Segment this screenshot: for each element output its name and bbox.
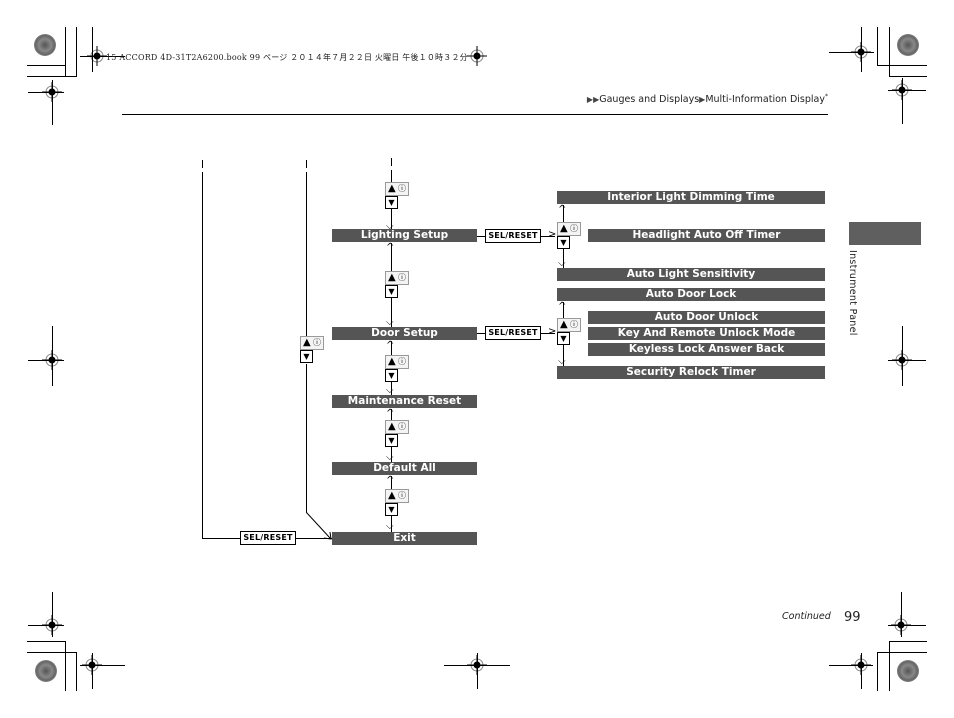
- menu-item-default-all[interactable]: Default All: [332, 462, 477, 475]
- section-tab-label: Instrument Panel: [847, 250, 858, 336]
- submenu-item-key-and-remote-unlock-mode[interactable]: Key And Remote Unlock Mode: [588, 327, 825, 340]
- up-down-buttons: ▲ ⓘ ▼: [385, 489, 409, 517]
- up-info-button[interactable]: ▲ ⓘ: [557, 222, 581, 236]
- color-target-icon: [897, 34, 919, 56]
- up-down-buttons: ▲ ⓘ ▼: [385, 355, 409, 383]
- up-info-button[interactable]: ▲ ⓘ: [385, 182, 409, 196]
- color-target-icon: [34, 34, 56, 56]
- info-icon: ⓘ: [398, 184, 406, 193]
- submenu-item-interior-light-dimming-time[interactable]: Interior Light Dimming Time: [557, 191, 825, 204]
- arrow-right-icon: >: [548, 229, 557, 240]
- up-arrow-icon: ▲: [388, 490, 396, 501]
- page-number: 99: [844, 610, 861, 625]
- up-down-buttons: ▲ ⓘ ▼: [385, 182, 409, 210]
- menu-item-exit[interactable]: Exit: [332, 532, 477, 545]
- up-info-button[interactable]: ▲ ⓘ: [385, 489, 409, 503]
- continued-label: Continued: [782, 611, 831, 622]
- submenu-item-auto-door-lock[interactable]: Auto Door Lock: [557, 288, 825, 301]
- up-down-buttons: ▲ ⓘ ▼: [385, 271, 409, 299]
- menu-item-door-setup[interactable]: Door Setup: [332, 327, 477, 340]
- breadcrumb-item[interactable]: Gauges and Displays: [599, 94, 699, 105]
- info-icon: ⓘ: [570, 320, 578, 329]
- down-arrow-icon: ▼: [560, 238, 567, 247]
- up-info-button[interactable]: ▲ ⓘ: [385, 355, 409, 369]
- color-target-icon: [35, 660, 57, 682]
- down-arrow-icon: ▼: [388, 287, 395, 296]
- info-icon: ⓘ: [398, 357, 406, 366]
- submenu-item-auto-light-sensitivity[interactable]: Auto Light Sensitivity: [557, 268, 825, 281]
- up-down-buttons: ▲ ⓘ ▼: [557, 222, 581, 250]
- footnote-mark: *: [825, 93, 828, 100]
- sel-reset-button[interactable]: SEL/RESET: [240, 531, 296, 545]
- down-arrow-icon: ▼: [388, 436, 395, 445]
- print-header: 15 ACCORD 4D-31T2A6200.book 99 ページ ２０１４年…: [106, 53, 468, 62]
- info-icon: ⓘ: [398, 422, 406, 431]
- registration-mark-icon: [467, 46, 487, 66]
- submenu-item-keyless-lock-answer-back[interactable]: Keyless Lock Answer Back: [588, 343, 825, 356]
- up-down-buttons: ▲ ⓘ ▼: [300, 336, 324, 364]
- sel-reset-button[interactable]: SEL/RESET: [485, 326, 541, 340]
- up-arrow-icon: ▲: [303, 337, 311, 348]
- color-target-icon: [897, 660, 919, 682]
- breadcrumb-marker-icon: ▶▶: [586, 95, 600, 105]
- down-button[interactable]: ▼: [300, 350, 313, 363]
- down-arrow-icon: ▼: [388, 505, 395, 514]
- up-arrow-icon: ▲: [560, 223, 568, 234]
- up-arrow-icon: ▲: [560, 319, 568, 330]
- down-arrow-icon: ▼: [388, 198, 395, 207]
- connector-arrow: [306, 511, 332, 540]
- menu-item-maintenance-reset[interactable]: Maintenance Reset: [332, 395, 477, 408]
- up-info-button[interactable]: ▲ ⓘ: [557, 318, 581, 332]
- down-arrow-icon: ▼: [388, 371, 395, 380]
- up-arrow-icon: ▲: [388, 183, 396, 194]
- submenu-item-security-relock-timer[interactable]: Security Relock Timer: [557, 366, 825, 379]
- up-info-button[interactable]: ▲ ⓘ: [385, 420, 409, 434]
- sel-reset-button[interactable]: SEL/RESET: [485, 229, 541, 243]
- submenu-item-auto-door-unlock[interactable]: Auto Door Unlock: [588, 311, 825, 324]
- up-arrow-icon: ▲: [388, 356, 396, 367]
- up-info-button[interactable]: ▲ ⓘ: [300, 336, 324, 350]
- info-icon: ⓘ: [570, 224, 578, 233]
- up-arrow-icon: ▲: [388, 421, 396, 432]
- arrow-right-icon: >: [548, 326, 557, 337]
- up-down-buttons: ▲ ⓘ ▼: [557, 318, 581, 346]
- section-tab: [849, 222, 921, 245]
- submenu-item-headlight-auto-off-timer[interactable]: Headlight Auto Off Timer: [588, 229, 825, 242]
- header-rule: [122, 114, 828, 115]
- menu-item-lighting-setup[interactable]: Lighting Setup: [332, 229, 477, 242]
- breadcrumb: ▶▶Gauges and Displays▶Multi-Information …: [587, 93, 828, 105]
- breadcrumb-item[interactable]: Multi-Information Display: [705, 94, 825, 105]
- arrow-down-icon: ⌵: [386, 521, 394, 532]
- up-down-buttons: ▲ ⓘ ▼: [385, 420, 409, 448]
- info-icon: ⓘ: [398, 273, 406, 282]
- down-arrow-icon: ▼: [560, 334, 567, 343]
- down-arrow-icon: ▼: [303, 352, 310, 361]
- info-icon: ⓘ: [313, 338, 321, 347]
- up-arrow-icon: ▲: [388, 272, 396, 283]
- info-icon: ⓘ: [398, 491, 406, 500]
- up-info-button[interactable]: ▲ ⓘ: [385, 271, 409, 285]
